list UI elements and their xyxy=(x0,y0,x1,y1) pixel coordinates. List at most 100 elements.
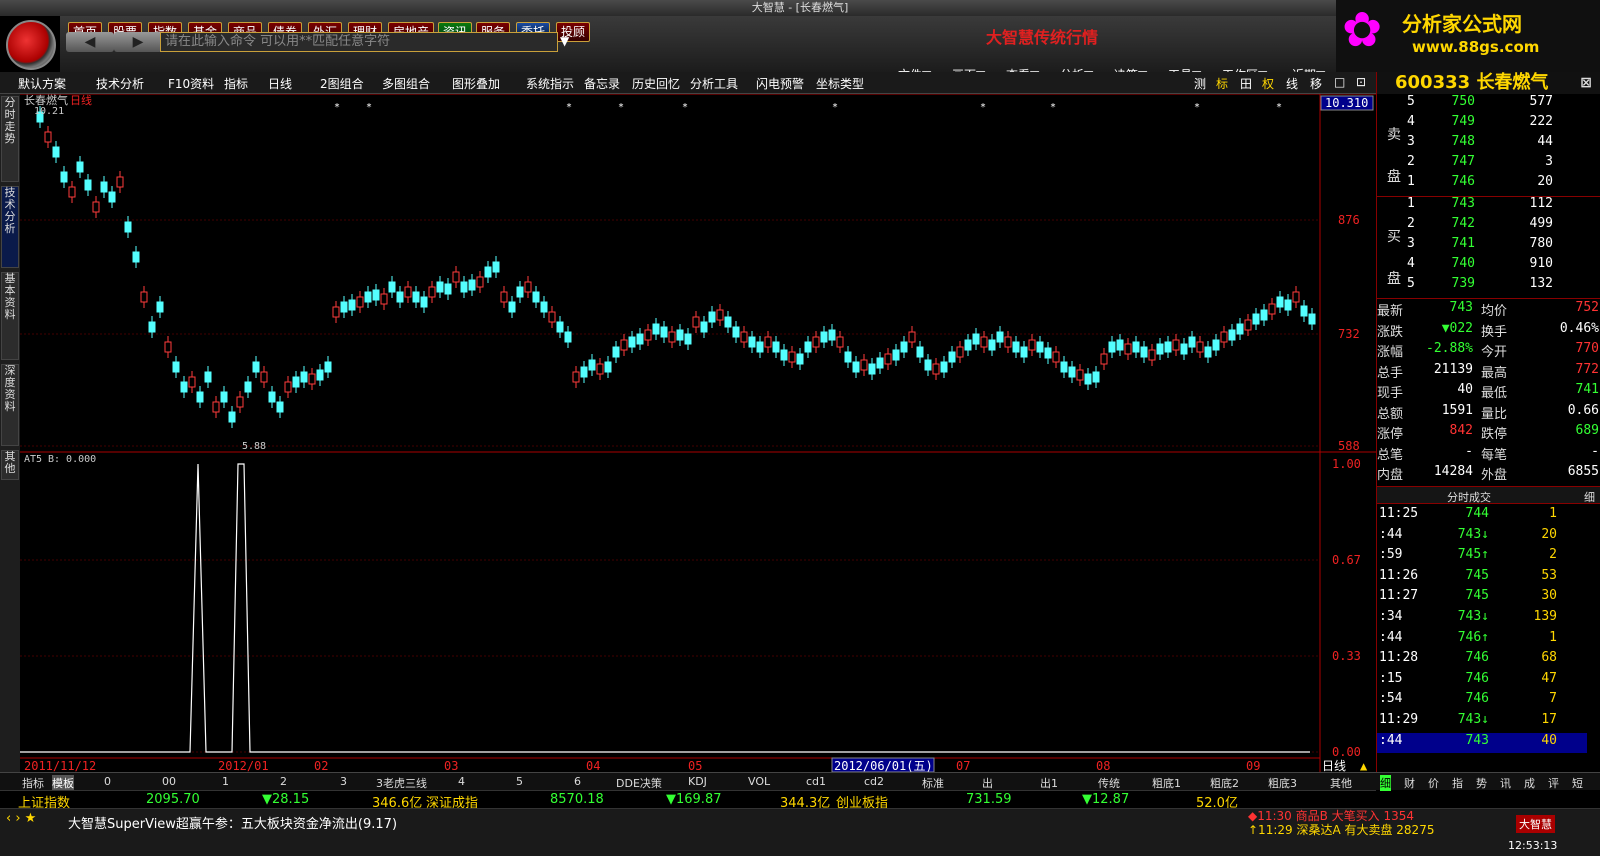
toolbar-item-6[interactable]: 多图组合 xyxy=(382,75,430,92)
ticks-tab[interactable]: 细 xyxy=(1584,489,1595,505)
toolbar-item-7[interactable]: 图形叠加 xyxy=(452,75,500,92)
toolbar-right-4[interactable]: 线 xyxy=(1286,75,1298,92)
toolbar-item-1[interactable]: 技术分析 xyxy=(96,75,144,92)
right-tab-6[interactable]: 成 xyxy=(1524,775,1535,791)
date-label-8: 08 xyxy=(1096,759,1110,772)
bottom-tab-6[interactable]: 3 xyxy=(340,775,347,788)
bottom-tab-18[interactable]: 出1 xyxy=(1040,775,1058,791)
forward-arrow-icon[interactable]: ▶ xyxy=(114,32,162,52)
news-ticker[interactable]: 大智慧SuperView超赢午参：五大板块资金净流出(9.17) xyxy=(68,813,397,832)
bottom-tab-11[interactable]: DDE决策 xyxy=(616,775,662,791)
bottom-tab-14[interactable]: cd1 xyxy=(806,775,826,788)
candle-body xyxy=(100,181,108,193)
toolbar-right-7[interactable]: ⊡ xyxy=(1356,75,1366,89)
bottom-tab-5[interactable]: 2 xyxy=(280,775,287,788)
bottom-tab-19[interactable]: 传统 xyxy=(1098,775,1120,791)
tick-price: 746 xyxy=(1465,650,1489,666)
bottom-tab-10[interactable]: 6 xyxy=(574,775,581,788)
toolbar-item-5[interactable]: 2图组合 xyxy=(320,75,364,92)
toolbar-item-12[interactable]: 闪电预警 xyxy=(756,75,804,92)
candle-body xyxy=(908,331,916,343)
stat-label: 最高 xyxy=(1481,365,1508,381)
side-tab-3[interactable]: 深度资料 xyxy=(1,364,19,446)
bottom-tab-13[interactable]: VOL xyxy=(748,775,770,788)
command-dropdown-icon[interactable]: ▼ xyxy=(560,34,569,48)
command-input[interactable]: 请在此输入命令 可以用**匹配任意字符 xyxy=(160,32,558,52)
right-tab-4[interactable]: 势 xyxy=(1476,775,1487,791)
buy-price: 740 xyxy=(1451,256,1475,271)
close-panel-icon[interactable]: ⊠ xyxy=(1580,72,1592,94)
sell-volume: 3 xyxy=(1545,154,1553,169)
candle-body xyxy=(932,363,940,375)
news-nav-icon[interactable]: ‹ › ★ xyxy=(6,811,36,826)
bottom-tab-7[interactable]: 3老虎三线 xyxy=(376,775,427,791)
chart-svg[interactable]: * * * * * * * * * * 长春燃气 日线 10.21 5.88 10.310 876… xyxy=(20,93,1376,773)
bottom-tab-20[interactable]: 粗底1 xyxy=(1152,775,1181,791)
ticks-title: 分时成交 xyxy=(1447,491,1491,504)
right-tab-8[interactable]: 短 xyxy=(1572,775,1583,791)
quote-row: 总额 1591 量比 0.66 xyxy=(1377,403,1600,423)
toolbar-right-6[interactable]: □ xyxy=(1334,75,1345,89)
side-tab-1[interactable]: 技术分析 xyxy=(1,186,19,268)
toolbar-item-11[interactable]: 分析工具 xyxy=(690,75,738,92)
candle-body xyxy=(1156,343,1164,355)
promo-banner[interactable]: ✿ 分析家公式网 www.88gs.com xyxy=(1336,0,1600,72)
candle-body xyxy=(1180,343,1188,355)
candle-body xyxy=(564,331,572,343)
bottom-tab-15[interactable]: cd2 xyxy=(864,775,884,788)
candle-body xyxy=(644,329,652,341)
back-arrow-icon[interactable]: ◀ xyxy=(66,32,114,52)
toolbar-item-3[interactable]: 指标 xyxy=(224,75,248,92)
side-tabs: 分时走势技术分析基本资料深度资料其他 xyxy=(0,94,20,772)
alert-2[interactable]: ↑11:29 深桑达A 有大卖盘 28275 xyxy=(1248,823,1434,837)
toolbar-item-10[interactable]: 历史回忆 xyxy=(632,75,680,92)
price-axis-588: 588 xyxy=(1338,439,1360,453)
bottom-tab-1[interactable]: 模板 xyxy=(52,775,74,791)
right-tab-0[interactable]: 细 xyxy=(1380,775,1391,791)
side-tab-4[interactable]: 其他 xyxy=(1,450,19,480)
bottom-tab-17[interactable]: 出 xyxy=(982,775,993,791)
quote-row: 2 742 499 xyxy=(1377,216,1600,236)
toolbar-right-5[interactable]: 移 xyxy=(1310,75,1322,92)
side-tab-0[interactable]: 分时走势 xyxy=(1,96,19,182)
bottom-tab-23[interactable]: 其他 xyxy=(1330,775,1352,791)
candle-body xyxy=(188,376,196,388)
candle-body xyxy=(428,286,436,298)
bottom-tab-12[interactable]: KDJ xyxy=(688,775,707,788)
side-tab-2[interactable]: 基本资料 xyxy=(1,272,19,360)
app-logo-icon[interactable] xyxy=(6,20,56,70)
chart-area[interactable]: * * * * * * * * * * 长春燃气 日线 10.21 5.88 10.310 876… xyxy=(20,93,1376,773)
toolbar-item-9[interactable]: 备忘录 xyxy=(584,75,620,92)
toolbar-right-0[interactable]: 测 xyxy=(1194,75,1206,92)
bottom-tab-0[interactable]: 指标 xyxy=(22,775,44,791)
toolbar-right-1[interactable]: 标 xyxy=(1216,75,1228,92)
bottom-tab-3[interactable]: 00 xyxy=(162,775,176,788)
sell-price: 748 xyxy=(1451,134,1475,149)
toolbar-item-13[interactable]: 坐标类型 xyxy=(816,75,864,92)
bottom-tab-8[interactable]: 4 xyxy=(458,775,465,788)
right-tab-5[interactable]: 讯 xyxy=(1500,775,1511,791)
right-tab-1[interactable]: 财 xyxy=(1404,775,1415,791)
candle-body xyxy=(1068,366,1076,378)
right-tab-3[interactable]: 指 xyxy=(1452,775,1463,791)
toolbar-right-3[interactable]: 权 xyxy=(1262,75,1274,92)
buy-volume: 112 xyxy=(1529,196,1553,211)
toolbar-item-2[interactable]: F10资料 xyxy=(168,75,214,92)
bottom-tab-16[interactable]: 标准 xyxy=(922,775,944,791)
right-tab-2[interactable]: 价 xyxy=(1428,775,1439,791)
alert-1[interactable]: ◆11:30 商品B 大笔买入 1354 xyxy=(1248,809,1414,823)
candle-body xyxy=(1004,336,1012,348)
bottom-tab-2[interactable]: 0 xyxy=(104,775,111,788)
right-tab-7[interactable]: 评 xyxy=(1548,775,1559,791)
toolbar-item-0[interactable]: 默认方案 xyxy=(18,75,66,92)
toolbar-item-8[interactable]: 系统指示 xyxy=(526,75,574,92)
stat-label: 总额 xyxy=(1377,406,1404,422)
bottom-tab-4[interactable]: 1 xyxy=(222,775,229,788)
toolbar-right-2[interactable]: 田 xyxy=(1240,75,1252,92)
stat-label: 每笔 xyxy=(1481,447,1508,463)
candle-body xyxy=(124,221,132,233)
bottom-tab-9[interactable]: 5 xyxy=(516,775,523,788)
bottom-tab-22[interactable]: 粗底3 xyxy=(1268,775,1297,791)
toolbar-item-4[interactable]: 日线 xyxy=(268,75,292,92)
bottom-tab-21[interactable]: 粗底2 xyxy=(1210,775,1239,791)
